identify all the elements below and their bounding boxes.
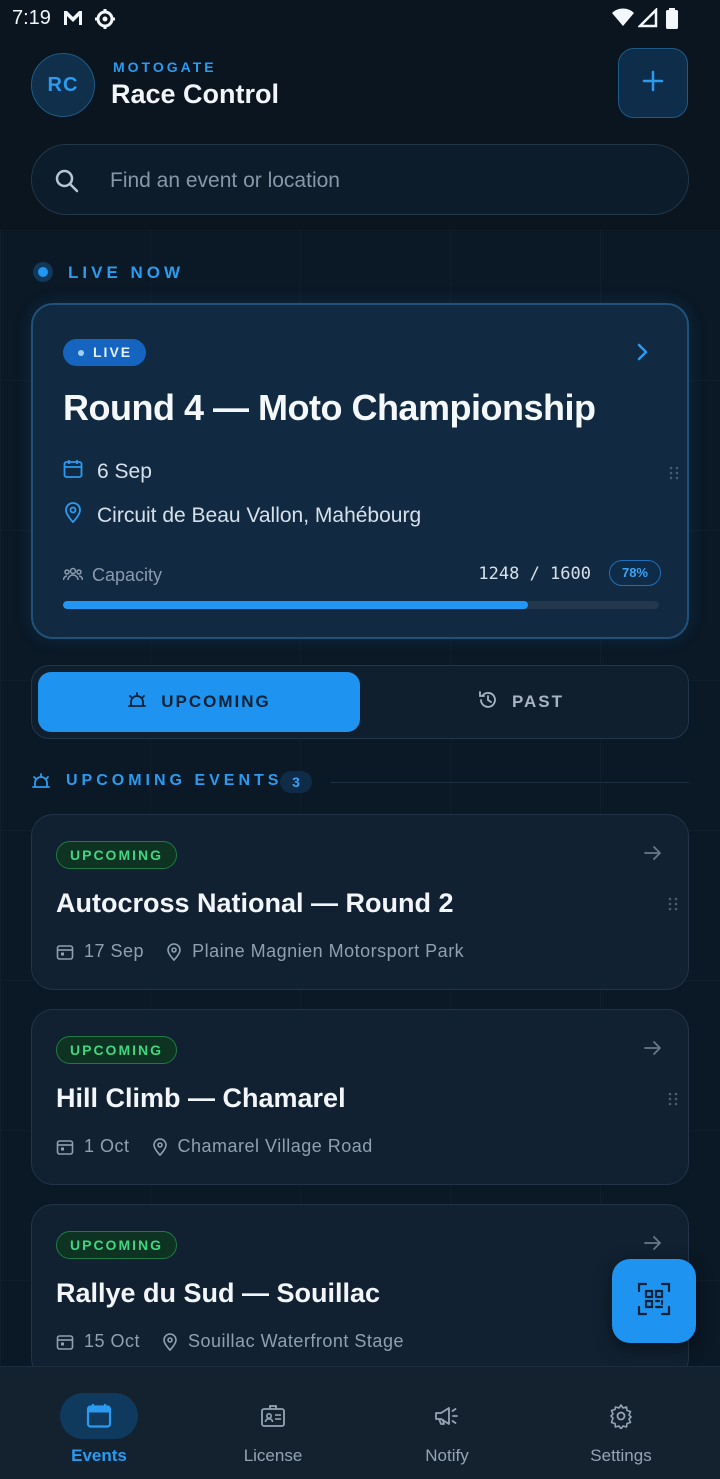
capacity-progress-fill [63,601,528,609]
event-date: 17 Sep [84,941,145,961]
section-divider [330,782,689,783]
arrow-right-icon[interactable] [644,845,662,866]
upcoming-count-badge: 3 [280,771,312,793]
drag-handle-icon[interactable] [668,897,678,916]
nav-settings-pill [582,1393,660,1439]
qr-scan-icon [637,1282,671,1321]
avatar[interactable]: RC [31,53,95,117]
live-event-date-row: 6 Sep [63,459,152,484]
upcoming-events-heading: UPCOMING EVENTS [66,772,283,789]
chevron-right-icon[interactable] [637,343,649,366]
upcoming-badge: UPCOMING [56,841,177,869]
arrow-right-icon[interactable] [644,1235,662,1256]
event-location: Chamarel Village Road [177,1136,373,1156]
event-date: 1 Oct [84,1136,130,1156]
gear-icon [610,1404,632,1429]
battery-icon [665,8,679,35]
calendar-icon [86,1404,112,1428]
nav-license-label: License [243,1446,303,1465]
past-tab[interactable]: PAST [360,672,682,732]
calendar-icon [56,1139,74,1155]
upcoming-tab-icon [127,691,161,714]
live-event-date: 6 Sep [97,459,152,483]
upcoming-tab[interactable]: UPCOMING [38,672,360,732]
event-card[interactable]: UPCOMING Autocross National — Round 2 17… [31,814,689,990]
upcoming-badge: UPCOMING [56,1231,177,1259]
capacity-percent-badge: 78% [608,560,661,586]
nav-events[interactable]: Events [9,1367,189,1479]
location-pin-icon [163,1332,177,1351]
upcoming-tab-label: UPCOMING [161,692,271,711]
event-meta: 15 Oct Souillac Waterfront Stage [56,1331,404,1352]
drag-handle-icon[interactable] [669,466,679,485]
calendar-icon [56,944,74,960]
brand-label: MOTOGATE [113,59,217,75]
live-event-location-row: Circuit de Beau Vallon, Mahébourg [63,502,421,529]
page-title: Race Control [111,79,280,109]
sunrise-icon [31,772,51,795]
live-event-title: Round 4 — Moto Championship [63,387,596,428]
search-input[interactable] [108,165,652,197]
location-pin-icon [167,942,181,961]
arrow-right-icon[interactable] [644,1040,662,1061]
live-now-heading: LIVE NOW [68,263,185,282]
settings-status-icon [94,8,116,35]
search-bar[interactable] [31,144,689,215]
capacity-progress-bar [63,601,659,609]
past-tab-label: PAST [511,692,565,711]
people-icon [62,567,84,586]
event-location: Plaine Magnien Motorsport Park [192,941,465,961]
live-event-location: Circuit de Beau Vallon, Mahébourg [97,503,422,527]
status-bar: 7:19 [0,0,720,38]
nav-events-pill [60,1393,138,1439]
status-time: 7:19 [12,7,51,29]
nav-notify-label: Notify [425,1446,469,1465]
event-title: Autocross National — Round 2 [56,888,454,918]
gmail-icon [62,8,84,33]
capacity-label: Capacity [92,565,163,585]
wifi-icon [612,8,634,33]
live-event-card[interactable]: LIVE Round 4 — Moto Championship 6 Sep C… [31,303,689,639]
upcoming-badge: UPCOMING [56,1036,177,1064]
nav-license-pill [234,1393,312,1439]
event-card[interactable]: UPCOMING Hill Climb — Chamarel 1 Oct Cha… [31,1009,689,1185]
nav-settings-label: Settings [590,1446,652,1465]
bottom-navigation: Events License Notify Settings [0,1366,720,1479]
event-location: Souillac Waterfront Stage [188,1331,404,1351]
drag-handle-icon[interactable] [668,1092,678,1111]
event-meta: 1 Oct Chamarel Village Road [56,1136,373,1157]
plus-icon [642,70,664,97]
location-pin-icon [63,502,83,529]
signal-icon [636,6,658,33]
event-meta: 17 Sep Plaine Magnien Motorsport Park [56,941,464,962]
event-filter-toggle: UPCOMING PAST [31,665,689,739]
history-icon [478,690,512,715]
nav-notify[interactable]: Notify [357,1367,537,1479]
location-pin-icon [152,1137,167,1156]
add-event-button[interactable] [618,48,688,118]
live-indicator-dot [33,262,53,282]
search-icon [54,168,80,199]
nav-license[interactable]: License [183,1367,363,1479]
nav-events-label: Events [71,1446,127,1465]
calendar-icon [63,459,83,484]
event-date: 15 Oct [84,1331,141,1351]
event-title: Hill Climb — Chamarel [56,1083,346,1113]
avatar-initials: RC [47,73,79,96]
event-card[interactable]: UPCOMING Rallye du Sud — Souillac 15 Oct… [31,1204,689,1380]
capacity-row: Capacity 1248 / 1600 78% [62,560,661,589]
live-badge: LIVE [63,339,147,366]
nav-notify-pill [408,1393,486,1439]
event-title: Rallye du Sud — Souillac [56,1278,381,1308]
nav-settings[interactable]: Settings [531,1367,711,1479]
calendar-icon [56,1334,74,1350]
id-card-icon [261,1405,285,1427]
megaphone-icon [435,1407,458,1425]
capacity-value: 1248 / 1600 [478,564,591,584]
scan-qr-button[interactable] [612,1259,696,1343]
